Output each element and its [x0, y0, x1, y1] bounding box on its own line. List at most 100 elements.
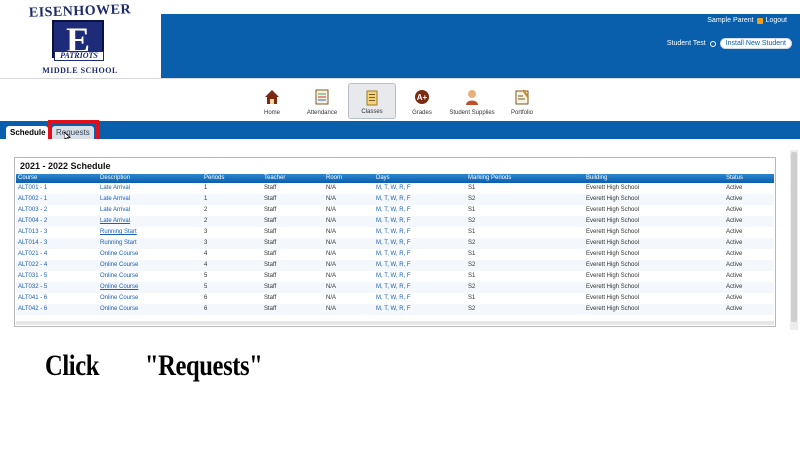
course-cell[interactable]: ALT002 - 1 [18, 194, 47, 205]
course-cell[interactable]: ALT013 - 3 [18, 227, 47, 238]
course-cell[interactable]: ALT021 - 4 [18, 249, 47, 260]
course-cell[interactable]: ALT003 - 2 [18, 205, 47, 216]
building-cell: Everett High School [586, 240, 640, 246]
column-header[interactable]: Building [586, 174, 607, 183]
building-cell: Everett High School [586, 207, 640, 213]
days-cell: M, T, W, R, F [376, 207, 411, 213]
building-cell: Everett High School [586, 262, 640, 268]
building-cell: Everett High School [586, 284, 640, 290]
teacher-cell: Staff [264, 207, 277, 213]
table-row: ALT004 - 2 Late Arrival 2 Staff N/A M, T, W, … [16, 216, 774, 227]
teacher-cell: Staff [264, 262, 277, 268]
course-cell[interactable]: ALT022 - 4 [18, 260, 47, 271]
days-cell: M, T, W, R, F [376, 262, 411, 268]
grades-icon: A+ [415, 90, 429, 104]
student-name[interactable]: Student Test [667, 40, 706, 47]
room-cell: N/A [326, 240, 337, 246]
column-header[interactable]: Status [726, 174, 743, 183]
course-cell[interactable]: ALT041 - 6 [18, 293, 47, 304]
course-cell[interactable]: ALT042 - 6 [18, 304, 47, 315]
teacher-cell: Staff [264, 273, 277, 279]
building-cell: Everett High School [586, 185, 640, 191]
description-cell[interactable]: Online Course [100, 260, 138, 271]
course-cell[interactable]: ALT031 - 5 [18, 271, 47, 282]
marking-period-cell: S2 [468, 240, 476, 246]
status-cell: Active [726, 229, 743, 235]
course-cell[interactable]: ALT014 - 3 [18, 238, 47, 249]
nav-student-supplies-label: Student Supplies [449, 110, 495, 116]
days-cell: M, T, W, R, F [376, 240, 411, 246]
vertical-scrollbar[interactable] [790, 150, 798, 330]
room-cell: N/A [326, 218, 337, 224]
column-header[interactable]: Days [376, 174, 390, 183]
room-cell: N/A [326, 229, 337, 235]
gear-icon[interactable] [709, 40, 716, 47]
description-cell[interactable]: Online Course [100, 282, 138, 293]
room-cell: N/A [326, 196, 337, 202]
status-cell: Active [726, 207, 743, 213]
marking-period-cell: S2 [468, 196, 476, 202]
description-cell[interactable]: Late Arrival [100, 216, 130, 227]
column-header[interactable]: Course [18, 174, 37, 183]
nav-grades[interactable]: A+ Grades [398, 83, 446, 119]
logout-icon[interactable] [756, 17, 763, 24]
description-cell[interactable]: Late Arrival [100, 205, 130, 216]
description-cell[interactable]: Online Course [100, 293, 138, 304]
room-cell: N/A [326, 295, 337, 301]
status-cell: Active [726, 185, 743, 191]
course-cell[interactable]: ALT032 - 5 [18, 282, 47, 293]
student-icon [466, 90, 478, 105]
days-cell: M, T, W, R, F [376, 218, 411, 224]
status-cell: Active [726, 196, 743, 202]
nav-portfolio[interactable]: Portfolio [498, 83, 546, 119]
table-row: ALT032 - 5 Online Course 5 Staff N/A M, T, W,… [16, 282, 774, 293]
description-cell[interactable]: Online Course [100, 249, 138, 260]
nav-attendance[interactable]: Attendance [298, 83, 346, 119]
nav-classes[interactable]: Classes [348, 83, 396, 119]
marking-period-cell: S1 [468, 207, 476, 213]
nav-home-label: Home [263, 110, 280, 116]
user-name[interactable]: Sample Parent [707, 17, 753, 24]
vertical-scrollbar-thumb[interactable] [791, 152, 797, 322]
description-cell[interactable]: Running Start [100, 227, 137, 238]
course-cell[interactable]: ALT004 - 2 [18, 216, 47, 227]
marking-period-cell: S2 [468, 284, 476, 290]
building-cell: Everett High School [586, 295, 640, 301]
status-cell: Active [726, 284, 743, 290]
description-cell[interactable]: Late Arrival [100, 194, 130, 205]
tab-schedule[interactable]: Schedule [6, 126, 48, 140]
days-cell: M, T, W, R, F [376, 306, 411, 312]
column-header[interactable]: Description [100, 174, 130, 183]
logout-link[interactable]: Logout [766, 17, 787, 24]
marking-period-cell: S2 [468, 218, 476, 224]
table-row: ALT013 - 3 Running Start 3 Staff N/A M, T, W,… [16, 227, 774, 238]
column-header[interactable]: Marking Periods [468, 174, 511, 183]
days-cell: M, T, W, R, F [376, 251, 411, 257]
logo-mascot: PATRIOTS [54, 51, 104, 61]
description-cell[interactable]: Online Course [100, 271, 138, 282]
description-cell[interactable]: Online Course [100, 304, 138, 315]
horizontal-scrollbar[interactable] [16, 321, 774, 325]
column-header[interactable]: Teacher [264, 174, 285, 183]
description-cell[interactable]: Running Start [100, 238, 137, 249]
marking-period-cell: S2 [468, 262, 476, 268]
nav-classes-label: Classes [361, 109, 383, 115]
course-cell[interactable]: ALT001 - 1 [18, 183, 47, 194]
period-cell: 5 [204, 273, 208, 279]
school-logo: EISENHOWER E PATRIOTS MIDDLE SCHOOL [0, 0, 160, 78]
nav-student-supplies[interactable]: Student Supplies [448, 83, 496, 119]
column-header[interactable]: Periods [204, 174, 224, 183]
room-cell: N/A [326, 207, 337, 213]
nav-home[interactable]: Home [248, 83, 296, 119]
building-cell: Everett High School [586, 196, 640, 202]
teacher-cell: Staff [264, 251, 277, 257]
room-cell: N/A [326, 262, 337, 268]
status-cell: Active [726, 295, 743, 301]
room-cell: N/A [326, 251, 337, 257]
column-header[interactable]: Room [326, 174, 342, 183]
description-cell[interactable]: Late Arrival [100, 183, 130, 194]
install-new-student-button[interactable]: Install New Student [719, 38, 792, 49]
marking-period-cell: S1 [468, 251, 476, 257]
table-row: ALT014 - 3 Running Start 3 Staff N/A M, T, W,… [16, 238, 774, 249]
building-cell: Everett High School [586, 306, 640, 312]
